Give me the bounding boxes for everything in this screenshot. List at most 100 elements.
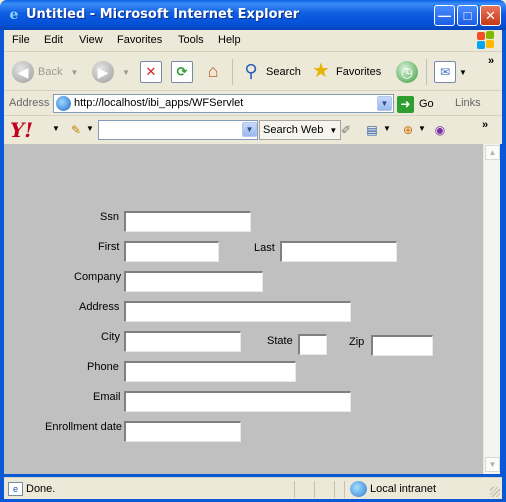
mail-icon: ✉ — [434, 61, 456, 83]
search-web-button[interactable]: Search Web ▼ — [259, 120, 342, 140]
zip-field[interactable] — [371, 335, 433, 356]
highlighter-icon[interactable]: ✎ — [68, 122, 84, 138]
pencil-icon[interactable]: ✐ — [338, 122, 354, 138]
menu-edit[interactable]: Edit — [44, 34, 63, 46]
favorites-label: Favorites — [336, 66, 382, 78]
last-name-field[interactable] — [280, 241, 397, 262]
scroll-up-icon[interactable]: ▲ — [485, 145, 500, 160]
back-label: Back — [38, 66, 63, 78]
address-url: http://localhost/ibi_apps/WFServlet — [74, 97, 244, 109]
stop-icon: ✕ — [140, 61, 162, 83]
city-label: City — [101, 331, 120, 343]
scroll-down-icon[interactable]: ▼ — [485, 457, 500, 472]
status-bar: e Done. Local intranet — [4, 477, 502, 499]
ssn-label: Ssn — [100, 211, 119, 223]
minimize-button[interactable]: — — [434, 5, 455, 26]
back-button[interactable]: ◀ Back ▼ — [12, 59, 78, 85]
stop-button[interactable]: ✕ — [140, 59, 162, 85]
window-dropdown-icon[interactable]: ▼ — [383, 124, 391, 133]
page-content: Ssn First Last Company Address City Stat… — [4, 144, 483, 474]
page-icon — [56, 96, 71, 111]
city-field[interactable] — [124, 331, 241, 352]
mail-dropdown-icon[interactable]: ▼ — [459, 68, 467, 77]
phone-field[interactable] — [124, 361, 296, 382]
address-field-label: Address — [79, 301, 120, 313]
mail-button[interactable]: ✉ ▼ — [434, 59, 467, 85]
back-arrow-icon: ◀ — [12, 61, 34, 83]
refresh-icon: ⟳ — [171, 61, 193, 83]
yahoo-chevron-icon[interactable]: » — [482, 119, 488, 131]
address-label: Address — [9, 97, 50, 109]
enrollment-date-label: Enrollment date — [45, 421, 123, 433]
search-label: Search — [266, 66, 301, 78]
window-icon[interactable]: ▤ — [364, 122, 380, 138]
ssn-field[interactable] — [124, 211, 251, 232]
close-button[interactable]: ✕ — [480, 5, 501, 26]
local-intranet-icon — [350, 481, 367, 497]
back-dropdown-icon[interactable]: ▼ — [70, 68, 78, 77]
state-field[interactable] — [298, 334, 327, 355]
refresh-button[interactable]: ⟳ — [171, 59, 193, 85]
toolbar-separator — [232, 59, 233, 85]
highlighter-dropdown-icon[interactable]: ▼ — [86, 124, 94, 133]
address-input[interactable]: http://localhost/ibi_apps/WFServlet ▼ — [53, 94, 394, 113]
vertical-scrollbar[interactable]: ▲ ▼ — [483, 144, 500, 474]
yahoo-search-dropdown-icon[interactable]: ▼ — [242, 122, 257, 137]
search-button[interactable]: ⚲ Search — [240, 59, 301, 85]
address-dropdown-icon[interactable]: ▼ — [377, 96, 392, 111]
menu-favorites[interactable]: Favorites — [117, 34, 162, 46]
enrollment-date-field[interactable] — [124, 421, 241, 442]
security-zone-text: Local intranet — [370, 483, 437, 495]
go-arrow-icon: ➜ — [397, 95, 414, 113]
yahoo-logo[interactable]: Y! — [10, 118, 33, 142]
zip-label: Zip — [349, 336, 365, 348]
first-name-field[interactable] — [124, 241, 219, 262]
crosshair-dropdown-icon[interactable]: ▼ — [418, 124, 426, 133]
history-button[interactable]: ◷ — [396, 59, 418, 85]
go-label: Go — [419, 98, 434, 110]
page-done-icon: e — [8, 482, 23, 496]
state-label: State — [267, 335, 293, 347]
status-divider — [294, 481, 295, 498]
magnifier-icon: ⚲ — [244, 61, 258, 81]
email-label: Email — [93, 391, 121, 403]
address-bar: Address http://localhost/ibi_apps/WFServ… — [4, 92, 502, 116]
address-field[interactable] — [124, 301, 351, 322]
forward-arrow-icon: ▶ — [92, 61, 114, 83]
maximize-button[interactable]: □ — [457, 5, 478, 26]
favorites-button[interactable]: ★ Favorites — [310, 59, 381, 85]
browser-window: e Untitled - Microsoft Internet Explorer… — [0, 0, 506, 502]
first-label: First — [98, 241, 120, 253]
company-field[interactable] — [124, 271, 263, 292]
links-button[interactable]: Links — [455, 97, 481, 109]
status-divider — [344, 481, 345, 498]
email-field[interactable] — [124, 391, 351, 412]
home-icon: ⌂ — [207, 61, 219, 81]
menu-tools[interactable]: Tools — [178, 34, 204, 46]
browser-chrome: File Edit View Favorites Tools Help ◀ Ba… — [4, 30, 502, 144]
headphones-icon[interactable]: ◉ — [432, 122, 448, 138]
yahoo-search-input[interactable]: ▼ — [98, 120, 258, 140]
menu-help[interactable]: Help — [218, 34, 241, 46]
resize-grip-icon[interactable] — [490, 487, 500, 497]
forward-dropdown-icon[interactable]: ▼ — [122, 68, 130, 77]
toolbar-chevron-icon[interactable]: » — [488, 55, 494, 67]
last-label: Last — [254, 242, 275, 254]
yahoo-toolbar: Y! ▼ ✎ ▼ ▼ Search Web ▼ ✐ ▤ ▼ ⊕ ▼ ◉ » — [4, 117, 502, 144]
go-button[interactable]: ➜ Go — [397, 95, 434, 113]
yahoo-dropdown-icon[interactable]: ▼ — [52, 124, 60, 133]
home-button[interactable]: ⌂ — [202, 59, 224, 85]
star-icon: ★ — [312, 60, 330, 82]
windows-logo-icon — [476, 31, 496, 50]
ie-logo-icon: e — [9, 7, 19, 23]
status-divider — [314, 481, 315, 498]
menu-file[interactable]: File — [12, 34, 30, 46]
company-label: Company — [74, 271, 122, 283]
crosshair-icon[interactable]: ⊕ — [400, 122, 416, 138]
forward-button[interactable]: ▶ ▼ — [92, 59, 130, 85]
menu-bar: File Edit View Favorites Tools Help — [4, 30, 502, 52]
menu-view[interactable]: View — [79, 34, 103, 46]
title-bar: e Untitled - Microsoft Internet Explorer… — [0, 0, 506, 30]
window-title: Untitled - Microsoft Internet Explorer — [26, 7, 300, 22]
standard-toolbar: ◀ Back ▼ ▶ ▼ ✕ ⟳ ⌂ ⚲ Search ★ Favorites … — [4, 53, 502, 91]
